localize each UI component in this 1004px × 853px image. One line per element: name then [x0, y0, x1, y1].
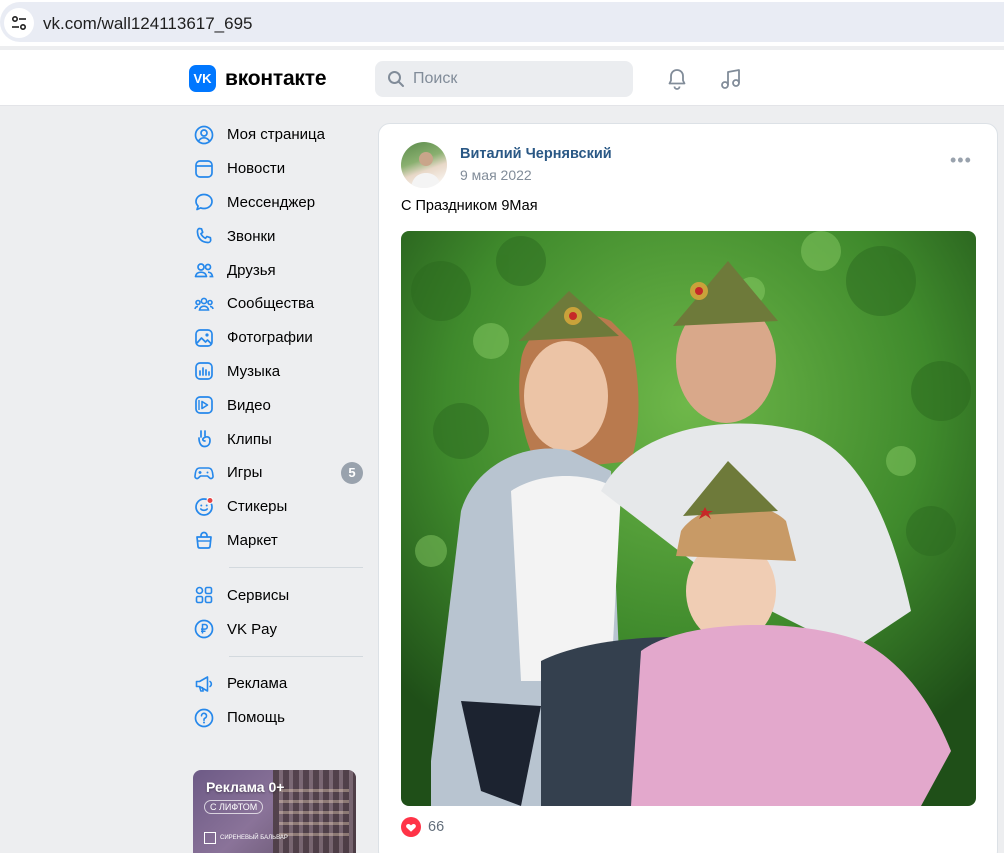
vk-logo[interactable]: VK вконтакте: [189, 65, 326, 92]
site-settings-icon[interactable]: [4, 8, 34, 38]
sticker-icon: [193, 496, 215, 518]
sidebar-item-label: VK Pay: [227, 620, 278, 638]
more-options-icon[interactable]: •••: [950, 151, 972, 169]
user-circle-icon: [193, 124, 215, 146]
sidebar-item-label: Маркет: [227, 531, 278, 549]
like-button[interactable]: 66: [401, 817, 444, 837]
sidebar-item-label: Мессенджер: [227, 193, 316, 211]
sidebar-item-stickers[interactable]: Стикеры: [189, 490, 369, 524]
sidebar-item-label: Новости: [227, 160, 286, 178]
sidebar-item-news[interactable]: Новости: [189, 152, 369, 186]
heart-icon: [401, 817, 421, 837]
ad-building-windows: [279, 784, 349, 844]
vk-logo-icon: VK: [189, 65, 216, 92]
sidebar-item-label: Видео: [227, 396, 271, 414]
url-bar[interactable]: vk.com/wall124113617_695: [0, 2, 1004, 42]
message-icon: [193, 191, 215, 213]
vk-pay-icon: [193, 618, 215, 640]
notifications-bell-icon[interactable]: [665, 67, 689, 91]
sidebar-item-messenger[interactable]: Мессенджер: [189, 186, 369, 220]
like-count: 66: [428, 819, 445, 835]
sidebar-item-label: Реклама: [227, 675, 288, 693]
sidebar-item-label: Игры: [227, 464, 263, 482]
sidebar-divider: [229, 655, 363, 657]
sidebar-item-vk-pay[interactable]: VK Pay: [189, 612, 369, 646]
sidebar-item-video[interactable]: Видео: [189, 388, 369, 422]
sidebar-item-label: Моя страница: [227, 126, 325, 144]
music-icon: [193, 360, 215, 382]
sidebar-item-label: Сервисы: [227, 586, 290, 604]
sidebar-item-ads[interactable]: Реклама: [189, 667, 369, 701]
sidebar-item-communities[interactable]: Сообщества: [189, 287, 369, 321]
sidebar-item-label: Фотографии: [227, 329, 313, 347]
sidebar-item-label: Клипы: [227, 430, 272, 448]
left-sidebar: Моя страница Новости Мессенджер Звонки Д…: [189, 118, 369, 735]
post-author-link[interactable]: Виталий Чернявский: [460, 146, 612, 162]
author-avatar[interactable]: [401, 142, 447, 188]
ad-brand-logo: СИРЕНЕВЫЙ БАЛЬВАР: [204, 832, 288, 844]
services-grid-icon: [193, 584, 215, 606]
sidebar-item-label: Музыка: [227, 362, 281, 380]
sidebar-item-services[interactable]: Сервисы: [189, 578, 369, 612]
sidebar-item-games[interactable]: Игры 5: [189, 456, 369, 490]
games-count-badge: 5: [341, 461, 363, 484]
clips-icon: [193, 428, 215, 450]
sidebar-item-music[interactable]: Музыка: [189, 355, 369, 389]
ad-brand-mark-icon: [204, 832, 216, 844]
sidebar-item-my-page[interactable]: Моя страница: [189, 118, 369, 152]
sidebar-ad-banner[interactable]: Реклама 0+ С ЛИФТОМ СИРЕНЕВЫЙ БАЛЬВАР: [193, 770, 356, 853]
photo-icon: [193, 327, 215, 349]
friends-icon: [193, 259, 215, 281]
url-text[interactable]: vk.com/wall124113617_695: [43, 14, 253, 34]
search-icon: [388, 71, 404, 87]
market-bag-icon: [193, 529, 215, 551]
megaphone-icon: [193, 673, 215, 695]
sidebar-item-help[interactable]: Помощь: [189, 701, 369, 735]
sidebar-item-label: Сообщества: [227, 295, 315, 313]
vk-logo-text: вконтакте: [225, 66, 327, 90]
search-box[interactable]: [375, 61, 633, 97]
sidebar-item-label: Помощь: [227, 709, 285, 727]
newsfeed-icon: [193, 158, 215, 180]
search-input[interactable]: [413, 70, 613, 88]
ad-title: Реклама 0+: [206, 779, 285, 795]
sidebar-item-calls[interactable]: Звонки: [189, 219, 369, 253]
sidebar-divider: [229, 567, 363, 569]
gamepad-icon: [193, 462, 215, 484]
video-icon: [193, 394, 215, 416]
post-text: С Праздником 9Мая: [401, 198, 538, 214]
phone-icon: [193, 225, 215, 247]
post-date-link[interactable]: 9 мая 2022: [460, 167, 532, 183]
sidebar-item-label: Стикеры: [227, 498, 288, 516]
sidebar-item-friends[interactable]: Друзья: [189, 253, 369, 287]
ad-subtitle: С ЛИФТОМ: [204, 800, 264, 814]
ad-brand-text: СИРЕНЕВЫЙ БАЛЬВАР: [220, 835, 288, 841]
post-photo[interactable]: [401, 231, 976, 806]
sidebar-item-market[interactable]: Маркет: [189, 524, 369, 558]
sidebar-item-clips[interactable]: Клипы: [189, 422, 369, 456]
sidebar-item-photos[interactable]: Фотографии: [189, 321, 369, 355]
communities-icon: [193, 293, 215, 315]
music-note-icon[interactable]: [719, 67, 743, 91]
wall-post: Виталий Чернявский 9 мая 2022 ••• С Праз…: [378, 123, 998, 853]
vk-header: VK вконтакте: [0, 50, 1004, 106]
browser-address-bar: vk.com/wall124113617_695: [0, 0, 1004, 46]
sidebar-item-label: Звонки: [227, 227, 276, 245]
help-icon: [193, 707, 215, 729]
sidebar-item-label: Друзья: [227, 261, 276, 279]
